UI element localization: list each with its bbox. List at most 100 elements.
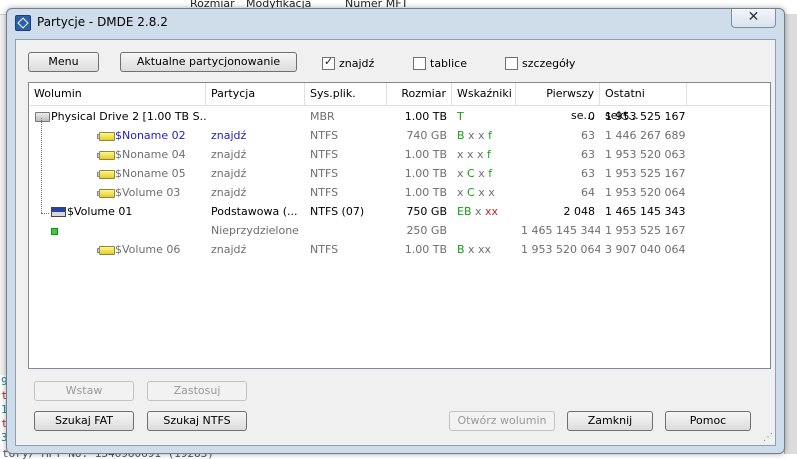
tables-checkbox-label: tablice [430,56,467,70]
details-checkbox-label: szczegóły [522,56,576,70]
menu-button[interactable]: Menu [28,52,99,72]
indicator-flag: x xx [464,243,492,256]
size-cell: 750 GB [406,205,447,218]
partition-cell: Podstawowa (... [211,205,298,218]
fs-cell: NTFS [310,167,339,180]
size-cell: 1.00 TB [404,148,447,161]
fs-cell: NTFS (07) [310,205,365,218]
indicator-flag: T [457,110,464,123]
indicator-flag: f [488,129,492,142]
column-header-volume[interactable]: Wolumin [29,83,206,105]
close-button[interactable]: Zamknij [567,411,653,431]
name-cell [29,221,206,240]
indicator-flag: x x [464,129,489,142]
tree-connector-line [41,213,49,214]
tables-checkbox[interactable]: tablice [413,56,467,70]
last-cell: 1 953 525 167 [605,224,686,237]
indicator-flag: xx [485,205,499,218]
dmde-app-icon [15,15,31,31]
table-row[interactable]: Nieprzydzielone 250 GB 1 465 145 344 1 953 … [29,221,770,240]
first-cell: 2 048 [563,205,596,218]
open-volume-button[interactable]: Otwórz wolumin [449,411,555,431]
table-row[interactable]: $Noname 05 znajdź NTFS 1.00 TB x C x f 63 1 95… [29,164,770,183]
size-cell: 1.00 TB [404,167,447,180]
fs-cell [305,221,387,240]
tree-connector-line [41,118,42,213]
details-checkbox[interactable]: szczegóły [505,56,575,70]
indicator-flag: EB [457,205,472,218]
column-header-filesystem[interactable]: Sys.plik. [305,83,387,105]
find-checkbox[interactable]: znajdź [322,55,374,70]
title-bar[interactable]: Partycje - DMDE 2.8.2 ✕ [7,9,784,37]
indicator-flag: x [474,167,489,180]
background-scrollbar [784,14,797,454]
search-fat-button[interactable]: Szukaj FAT [34,411,134,431]
indicator-flag: B [457,243,465,256]
name-cell: $Noname 02 [115,129,186,142]
indicator-flag: x x x [457,148,488,161]
first-cell: 63 [581,148,595,161]
table-row[interactable]: $Volume 03 znajdź NTFS 1.00 TB x C x x 64 1 95… [29,183,770,202]
indicator-flag: C [467,186,475,199]
column-header-indicators[interactable]: Wskaźniki [452,83,516,105]
find-checkbox-box[interactable] [322,55,335,70]
last-cell: 1 465 145 343 [605,205,686,218]
tables-checkbox-box[interactable] [413,56,426,70]
name-cell: $Noname 05 [115,167,186,180]
indicator-flag: x x [474,186,495,199]
last-cell: 1 953 525 167 [605,110,686,123]
indicators-cell: B x x f [452,126,516,145]
indicator-flag: B [457,129,465,142]
insert-button[interactable]: Wstaw [34,381,134,401]
partition-cell: znajdź [211,129,247,142]
details-checkbox-box[interactable] [505,56,518,70]
indicators-cell: T [452,107,516,126]
last-cell: 1 953 525 167 [605,167,686,180]
indicators-cell: x C x f [452,164,516,183]
last-cell: 1 953 520 064 [605,186,686,199]
table-row[interactable]: $Noname 04 znajdź NTFS 1.00 TB x x x f 63 1 95… [29,145,770,164]
name-cell: Physical Drive 2 [1.00 TB S... [51,110,206,123]
resize-grip-icon[interactable]: ⋰ [763,433,773,443]
partitions-list[interactable]: Wolumin Partycja Sys.plik. Rozmiar Wskaź… [28,82,771,369]
apply-button[interactable]: Zastosuj [147,381,247,401]
partition-cell: znajdź [211,186,247,199]
first-cell: 63 [581,129,595,142]
indicators-cell: B x xx [452,240,516,259]
first-cell: 64 [581,186,595,199]
indicators-cell: x C x x [452,183,516,202]
table-row[interactable]: Physical Drive 2 [1.00 TB S... MBR 1.00 TB… [29,107,770,126]
first-cell: 63 [581,167,595,180]
partition-cell: znajdź [211,148,247,161]
name-cell: $Volume 06 [115,243,181,256]
help-button[interactable]: Pomoc [665,411,751,431]
first-cell: 1 465 145 344 [521,224,600,237]
partition-cell: Nieprzydzielone [211,224,299,237]
column-header-last-sector[interactable]: Ostatni sekt... [600,83,687,122]
current-partitioning-button[interactable]: Aktualne partycjonowanie [120,52,297,72]
indicator-flag: x [457,167,468,180]
size-cell: 1.00 TB [404,110,447,123]
partition-cell [206,107,305,126]
close-window-button[interactable]: ✕ [731,9,776,28]
name-cell: $Noname 04 [115,148,186,161]
indicators-cell [452,221,516,240]
partition-cell: znajdź [211,167,247,180]
search-ntfs-button[interactable]: Szukaj NTFS [147,411,247,431]
indicator-flag: f [488,167,493,180]
partition-cell: znajdź [211,243,247,256]
table-row[interactable]: $Volume 01 Podstawowa (... NTFS (07) 750 GB… [29,202,770,221]
indicator-flag: x [471,205,486,218]
column-header-partition[interactable]: Partycja [206,83,305,105]
column-header-first-sector[interactable]: Pierwszy se... [516,83,600,122]
column-header-size[interactable]: Rozmiar [387,83,452,105]
indicator-flag: f [487,148,491,161]
partitions-dialog: Partycje - DMDE 2.8.2 ✕ Menu Aktualne pa… [6,8,785,454]
size-cell: 1.00 TB [404,243,447,256]
table-row[interactable]: $Noname 02 znajdź NTFS 740 GB B x x f 63 1 446… [29,126,770,145]
size-cell: 740 GB [406,129,447,142]
table-row[interactable]: $Volume 06 znajdź NTFS 1.00 TB B x xx 1 953 5… [29,240,770,259]
window-title: Partycje - DMDE 2.8.2 [37,15,168,29]
indicators-cell: x x x f [452,145,516,164]
fs-cell: NTFS [310,186,339,199]
